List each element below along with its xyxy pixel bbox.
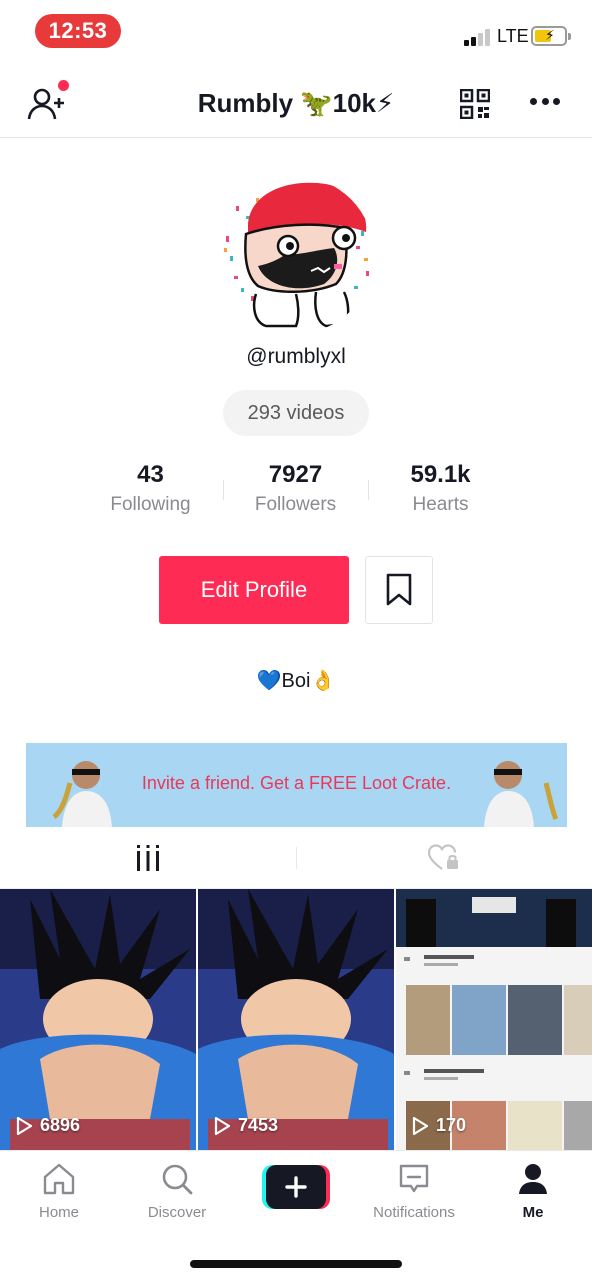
status-bar: 12:53 LTE ⚡: [0, 0, 592, 66]
bio: 💙Boi👌: [256, 670, 336, 692]
avatar[interactable]: [216, 176, 374, 334]
home-icon: [43, 1163, 75, 1195]
battery-icon: ⚡: [531, 26, 571, 46]
nav-me[interactable]: Me: [474, 1163, 592, 1221]
nav-home[interactable]: Home: [0, 1163, 118, 1221]
video-view-count: 170: [412, 1115, 466, 1136]
inbox-icon: [399, 1164, 429, 1193]
nav-home-label: Home: [38, 1204, 79, 1221]
search-icon: [162, 1164, 193, 1195]
nav-notifications-label: Notifications: [373, 1204, 455, 1221]
play-icon: [412, 1116, 428, 1135]
profile-icon: [519, 1164, 547, 1194]
stat-hearts-label: Hearts: [412, 494, 469, 515]
stat-followers-label: Followers: [254, 494, 337, 515]
nav-me-label: Me: [522, 1204, 544, 1221]
stat-hearts-value: 59.1k: [410, 461, 471, 488]
video-thumbnail[interactable]: 6896: [0, 889, 196, 1150]
view-count-text: 7453: [238, 1115, 279, 1135]
stat-divider: [368, 480, 369, 500]
video-view-count: 6896: [16, 1115, 80, 1136]
anime-character-image: [0, 889, 196, 1150]
qr-code-icon[interactable]: [459, 88, 491, 120]
stat-followers[interactable]: 7927 Followers: [223, 458, 368, 528]
stat-following-label: Following: [110, 494, 191, 515]
private-likes-icon: [428, 844, 458, 870]
top-nav: Rumbly 🦖10k⚡: [0, 70, 592, 138]
status-time[interactable]: 12:53: [35, 14, 121, 48]
profile-stats: 43 Following 7927 Followers 59.1k Hearts: [78, 458, 514, 528]
stat-following-value: 43: [137, 461, 164, 488]
profile-tabs: [0, 827, 592, 889]
videos-count-badge[interactable]: 293 videos: [223, 390, 369, 436]
home-indicator: [190, 1260, 402, 1268]
nav-discover-label: Discover: [147, 1204, 207, 1221]
stat-followers-value: 7927: [268, 461, 323, 488]
bookmark-icon: [386, 573, 412, 606]
username: @rumblyxl: [246, 345, 346, 368]
video-thumbnail[interactable]: 7453: [198, 889, 394, 1150]
more-options-icon[interactable]: [530, 98, 560, 108]
view-count-text: 170: [436, 1115, 467, 1135]
view-count-text: 6896: [40, 1115, 81, 1135]
video-view-count: 7453: [214, 1115, 278, 1136]
anime-character-image: [198, 889, 394, 1150]
tab-liked[interactable]: [296, 827, 592, 889]
video-grid: 6896 7453 170: [0, 889, 592, 1150]
video-thumbnail[interactable]: 170: [396, 889, 592, 1150]
trending-screenshot-image: [396, 889, 592, 1150]
stat-divider: [223, 480, 224, 500]
profile-title: Rumbly 🦖10k⚡: [197, 88, 395, 118]
signal-icon: [464, 28, 492, 46]
create-video-button[interactable]: [262, 1165, 330, 1209]
plus-icon: [262, 1165, 330, 1209]
invite-banner[interactable]: Invite a friend. Get a FREE Loot Crate.: [26, 743, 567, 827]
banner-text: Invite a friend. Get a FREE Loot Crate.: [141, 773, 452, 793]
stat-following[interactable]: 43 Following: [78, 458, 223, 528]
nav-discover[interactable]: Discover: [118, 1163, 236, 1221]
grid-icon: [137, 845, 159, 871]
edit-profile-button[interactable]: Edit Profile: [159, 556, 349, 624]
tab-videos[interactable]: [0, 827, 296, 889]
play-icon: [214, 1116, 230, 1135]
favorites-button[interactable]: [365, 556, 433, 624]
network-type: LTE: [497, 26, 529, 46]
play-icon: [16, 1116, 32, 1135]
nav-notifications[interactable]: Notifications: [355, 1163, 473, 1221]
stat-hearts[interactable]: 59.1k Hearts: [368, 458, 513, 528]
